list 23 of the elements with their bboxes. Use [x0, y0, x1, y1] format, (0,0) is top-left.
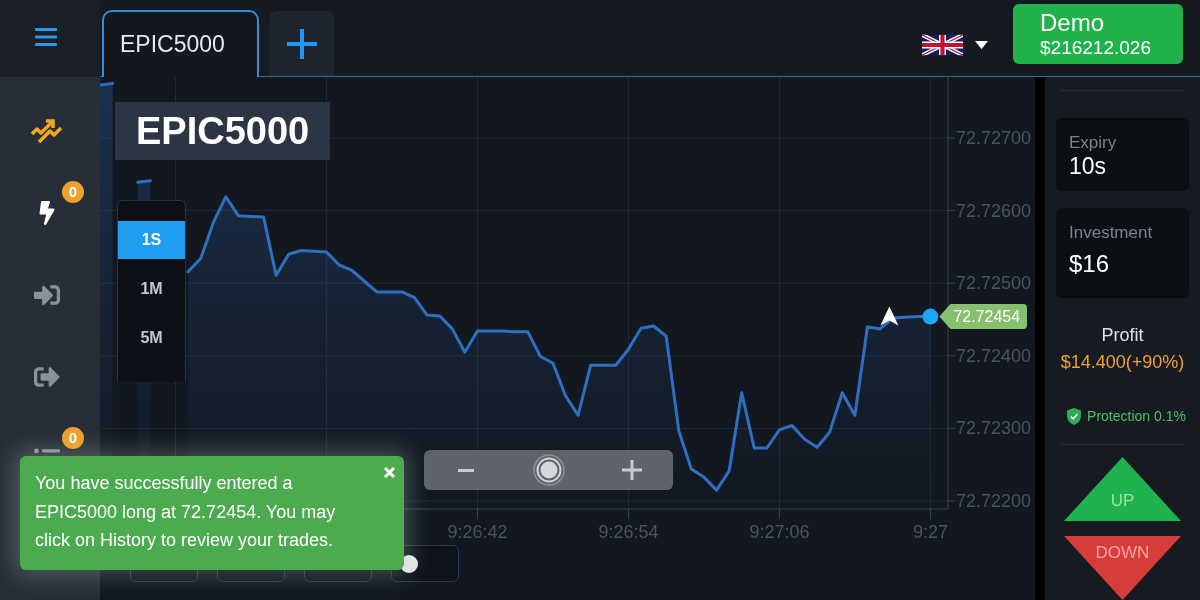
x-axis-label: 9:26:42	[447, 522, 508, 542]
notification-count: 0	[62, 427, 84, 449]
y-axis-label: 72.72300	[956, 418, 1032, 439]
asset-title: EPIC5000	[115, 102, 331, 160]
profit-value: $14.400(+90%)	[1060, 351, 1185, 373]
expiry-value: 10s	[1069, 153, 1108, 179]
x-axis-label: 9:27:06	[749, 522, 810, 542]
x-axis-label: 9:27	[912, 522, 948, 542]
y-axis-label: 72.72500	[956, 273, 1032, 294]
current-price-tag: 72.72454	[939, 304, 1028, 330]
profit-label: Profit	[1101, 324, 1144, 346]
y-axis-label: 72.72700	[956, 128, 1032, 148]
protection-text: Protection 0.1%	[1087, 407, 1186, 426]
y-axis-label: 72.72200	[956, 491, 1032, 511]
notification-count: 0	[62, 181, 84, 203]
investment-value: $16	[1069, 250, 1111, 279]
investment-label: Investment	[1069, 223, 1154, 244]
account-balance: $216212.026	[1040, 35, 1151, 59]
x-axis-label: 9:26:54	[598, 522, 659, 542]
y-axis-label: 72.72400	[956, 345, 1032, 366]
notification-message: You have successfully entered a EPIC5000 long at 72.72454. You may click on History to review your trades.	[35, 472, 337, 552]
expiry-label: Expiry	[1069, 133, 1118, 153]
y-axis-label: 72.72600	[956, 200, 1032, 221]
